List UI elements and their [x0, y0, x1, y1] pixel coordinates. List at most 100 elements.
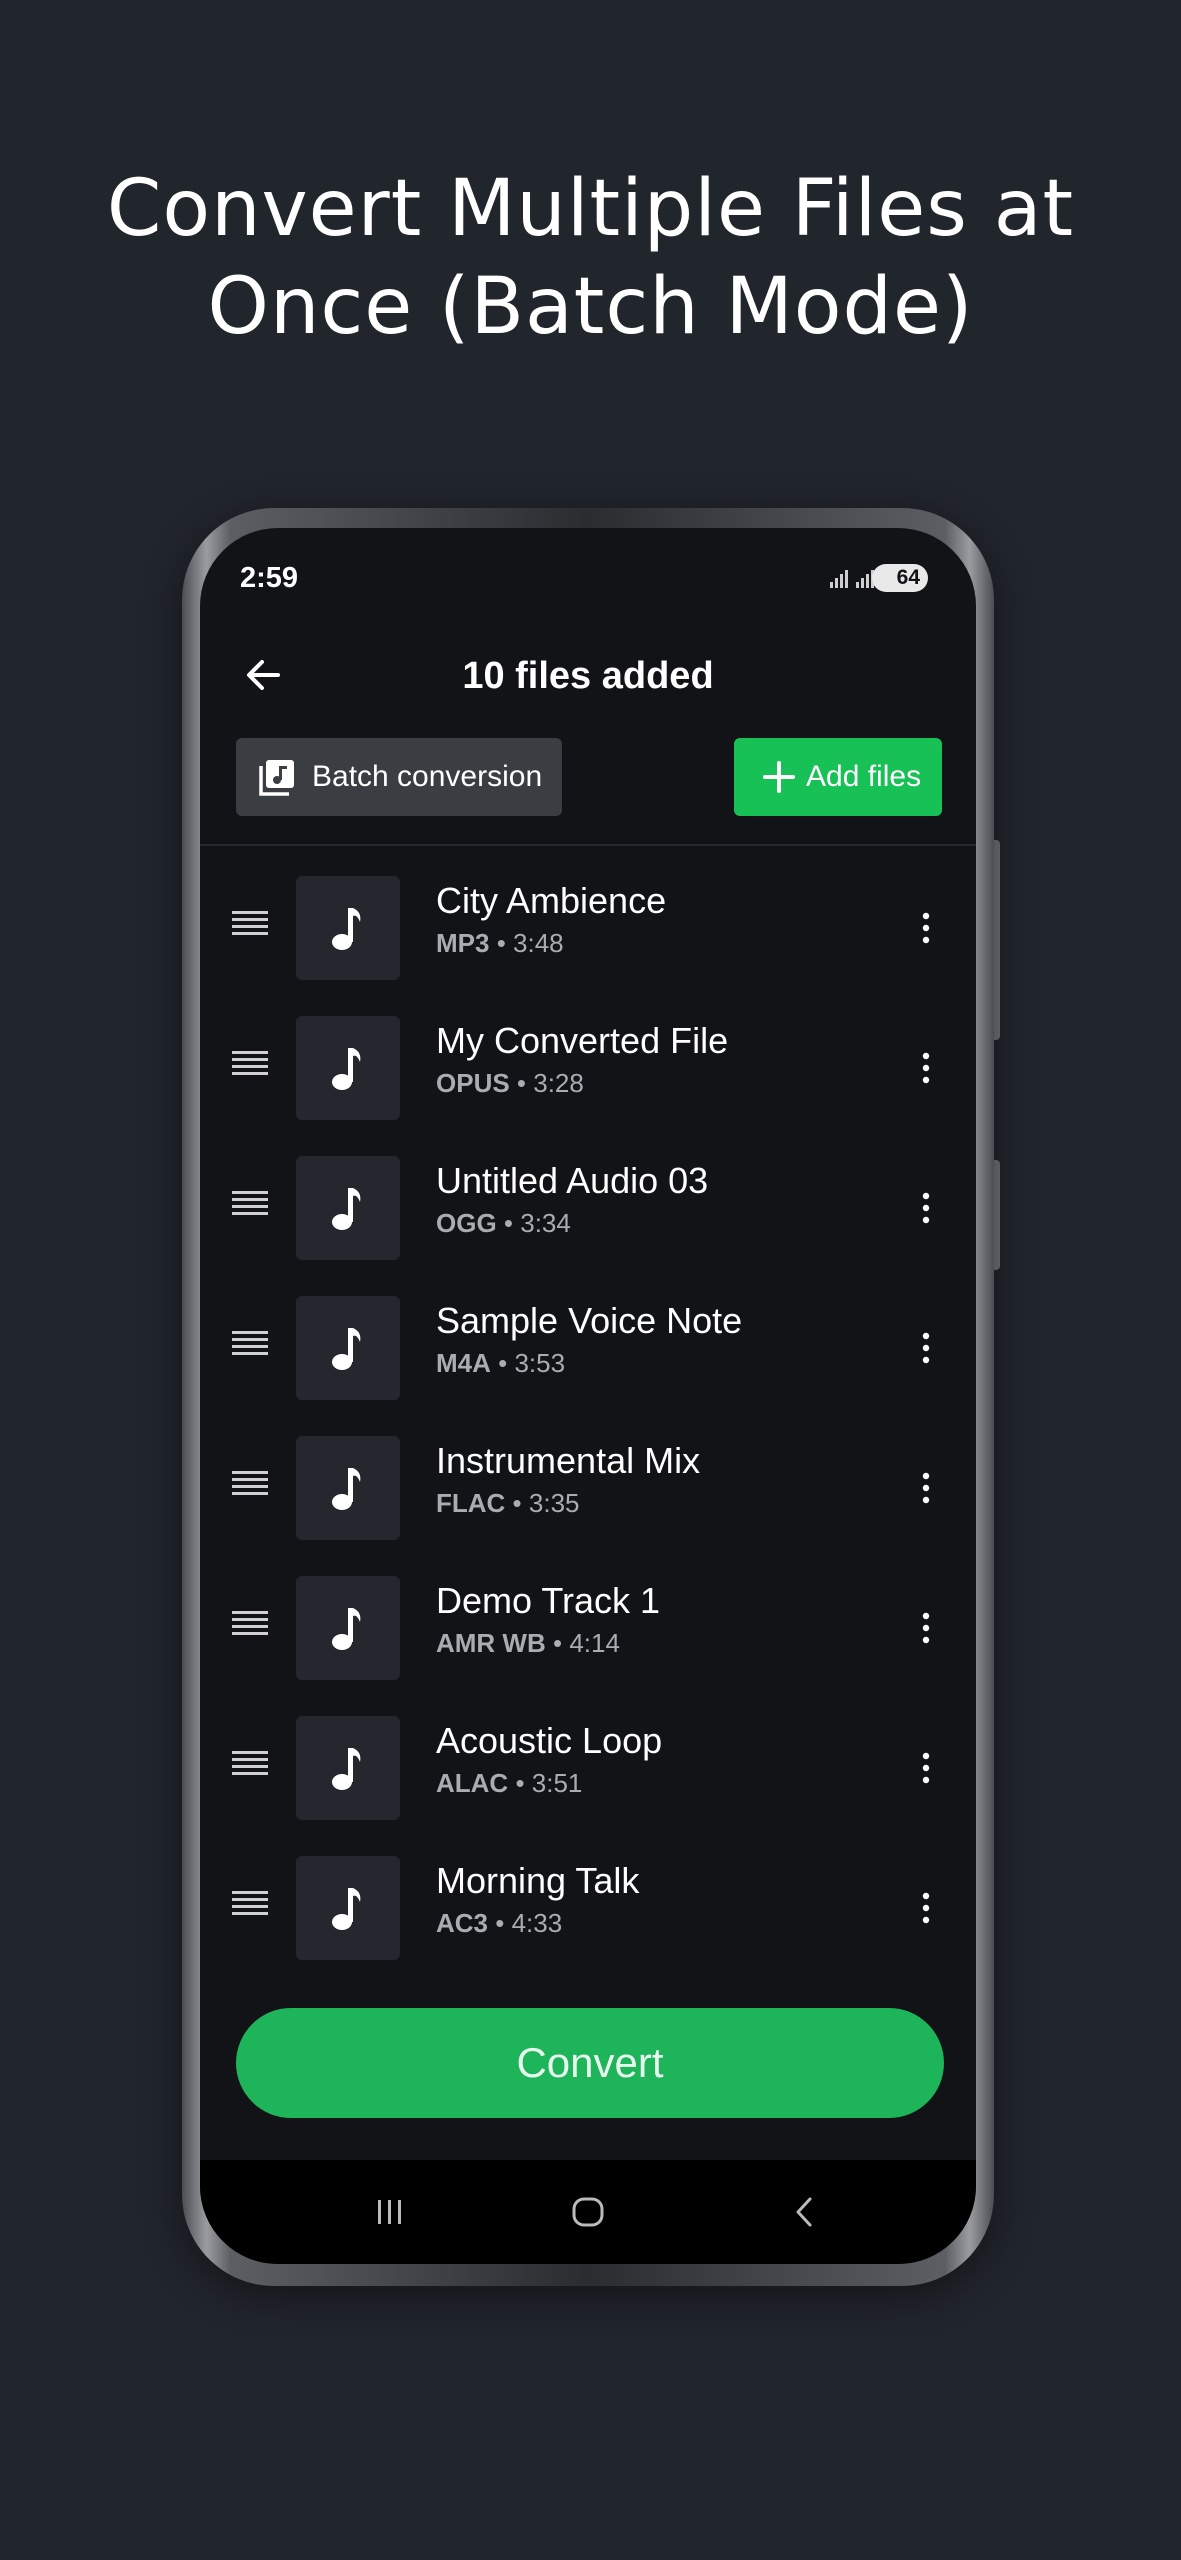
file-format: M4A [436, 1348, 491, 1378]
file-format: AMR WB [436, 1628, 546, 1658]
drag-handle-icon[interactable] [230, 1188, 270, 1218]
more-vertical-icon[interactable] [920, 1048, 932, 1088]
music-note-icon [332, 1888, 361, 1930]
file-meta: AMR WB • 4:14 [436, 1628, 620, 1659]
drag-handle-icon[interactable] [230, 908, 270, 938]
file-duration: 4:33 [511, 1908, 563, 1938]
drag-handle-icon[interactable] [230, 1748, 270, 1778]
music-note-icon [332, 1748, 361, 1790]
file-duration: 3:28 [533, 1068, 584, 1098]
battery-indicator: 64 [872, 564, 928, 592]
music-note-icon [332, 1608, 361, 1650]
file-name: Untitled Audio 03 [436, 1160, 709, 1201]
file-thumbnail [296, 1016, 400, 1120]
list-item[interactable]: Acoustic Loop ALAC • 3:51 [200, 1696, 976, 1836]
file-format: ALAC [436, 1768, 509, 1798]
file-meta: MP3 • 3:48 [436, 928, 564, 959]
drag-handle-icon[interactable] [230, 1328, 270, 1358]
more-vertical-icon[interactable] [920, 1328, 932, 1368]
file-thumbnail [296, 1576, 400, 1680]
more-vertical-icon[interactable] [920, 1188, 932, 1228]
list-item[interactable]: Instrumental Mix FLAC • 3:35 [200, 1416, 976, 1556]
app-bar: 10 files added [200, 628, 976, 728]
meta-separator: • [490, 1348, 515, 1378]
status-bar: 2:59 64 [200, 528, 976, 628]
file-name: Acoustic Loop [436, 1720, 663, 1761]
file-meta: AC3 • 4:33 [436, 1908, 562, 1939]
add-files-label: Add files [806, 760, 922, 793]
batch-conversion-label: Batch conversion [312, 760, 543, 793]
music-note-icon [332, 908, 361, 950]
music-note-icon [332, 1188, 361, 1230]
phone-frame: 2:59 64 10 files added Batch conversion … [182, 508, 994, 2286]
list-item[interactable]: Morning Talk AC3 • 4:33 [200, 1836, 976, 1976]
drag-handle-icon[interactable] [230, 1888, 270, 1918]
file-duration: 3:51 [531, 1768, 583, 1798]
music-note-icon [332, 1328, 361, 1370]
divider [200, 844, 976, 846]
more-vertical-icon[interactable] [920, 1608, 932, 1648]
file-format: OGG [436, 1208, 497, 1238]
file-thumbnail [296, 1296, 400, 1400]
file-name: City Ambience [436, 880, 667, 921]
file-name: Demo Track 1 [436, 1580, 661, 1621]
drag-handle-icon[interactable] [230, 1608, 270, 1638]
more-vertical-icon[interactable] [920, 1748, 932, 1788]
arrow-left-icon[interactable] [238, 650, 288, 700]
status-time: 2:59 [240, 562, 299, 594]
meta-separator: • [508, 1768, 532, 1798]
file-thumbnail [296, 1156, 400, 1260]
meta-separator: • [505, 1488, 529, 1518]
file-meta: OPUS • 3:28 [436, 1068, 584, 1099]
list-item[interactable]: Sample Voice Note M4A • 3:53 [200, 1276, 976, 1416]
signal-icon [830, 570, 848, 588]
file-thumbnail [296, 1436, 400, 1540]
file-duration: 3:48 [513, 928, 564, 958]
list-item[interactable]: Untitled Audio 03 OGG • 3:34 [200, 1136, 976, 1276]
list-item[interactable]: My Converted File OPUS • 3:28 [200, 996, 976, 1136]
file-format: AC3 [436, 1908, 489, 1938]
headline: Convert Multiple Files at Once (Batch Mo… [106, 164, 1075, 352]
file-format: FLAC [436, 1488, 506, 1518]
file-meta: ALAC • 3:51 [436, 1768, 582, 1799]
phone-screen: 2:59 64 10 files added Batch conversion … [200, 528, 976, 2264]
nav-back-icon[interactable] [786, 2194, 822, 2230]
file-thumbnail [296, 1856, 400, 1960]
music-note-icon [332, 1048, 361, 1090]
file-thumbnail [296, 876, 400, 980]
file-name: Instrumental Mix [436, 1440, 701, 1481]
list-item[interactable]: City Ambience MP3 • 3:48 [200, 856, 976, 996]
batch-conversion-button[interactable]: Batch conversion [236, 738, 562, 816]
more-vertical-icon[interactable] [920, 908, 932, 948]
file-duration: 3:34 [520, 1208, 571, 1238]
file-duration: 3:53 [514, 1348, 566, 1378]
home-icon[interactable] [570, 2194, 606, 2230]
meta-separator: • [509, 1068, 534, 1098]
list-item[interactable]: Demo Track 1 AMR WB • 4:14 [200, 1556, 976, 1696]
drag-handle-icon[interactable] [230, 1468, 270, 1498]
recents-icon[interactable] [372, 2194, 408, 2230]
system-nav-bar [200, 2160, 976, 2264]
convert-button[interactable]: Convert [236, 2008, 944, 2118]
plus-icon [763, 761, 795, 793]
meta-separator: • [496, 1208, 521, 1238]
file-name: Sample Voice Note [436, 1300, 743, 1341]
file-format: MP3 [436, 928, 490, 958]
file-duration: 4:14 [569, 1628, 620, 1658]
file-meta: FLAC • 3:35 [436, 1488, 580, 1519]
file-name: Morning Talk [436, 1860, 640, 1901]
file-meta: OGG • 3:34 [436, 1208, 571, 1239]
meta-separator: • [488, 1908, 512, 1938]
music-note-icon [332, 1468, 361, 1510]
file-duration: 3:35 [528, 1488, 580, 1518]
file-meta: M4A • 3:53 [436, 1348, 565, 1379]
add-files-button[interactable]: Add files [734, 738, 942, 816]
more-vertical-icon[interactable] [920, 1888, 932, 1928]
page-title: 10 files added [462, 655, 714, 697]
meta-separator: • [545, 1628, 570, 1658]
meta-separator: • [489, 928, 514, 958]
more-vertical-icon[interactable] [920, 1468, 932, 1508]
file-format: OPUS [436, 1068, 510, 1098]
file-thumbnail [296, 1716, 400, 1820]
drag-handle-icon[interactable] [230, 1048, 270, 1078]
